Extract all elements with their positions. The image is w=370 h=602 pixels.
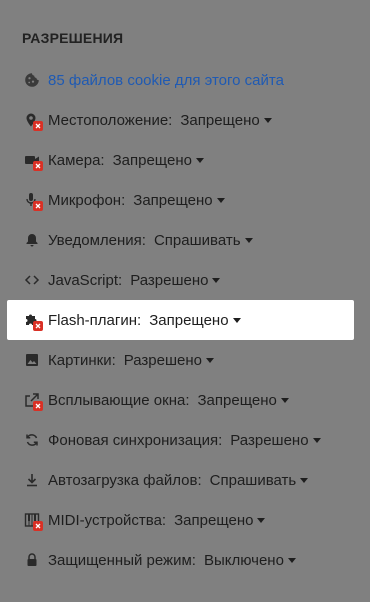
chevron-down-icon xyxy=(195,158,204,163)
permission-value-dropdown[interactable]: Запрещено xyxy=(174,513,266,528)
permission-row-notifications[interactable]: Уведомления: Спрашивать xyxy=(0,221,370,259)
permission-value-dropdown[interactable]: Спрашивать xyxy=(210,473,309,488)
code-icon xyxy=(22,270,42,290)
permission-row-javascript[interactable]: JavaScript: Разрешено xyxy=(0,261,370,299)
permission-label: Flash-плагин: xyxy=(48,311,142,329)
permission-row-camera[interactable]: Камера: Запрещено xyxy=(0,141,370,179)
chevron-down-icon xyxy=(212,278,221,283)
permission-row-popups[interactable]: Всплывающие окна: Запрещено xyxy=(0,381,370,419)
permission-value-dropdown[interactable]: Запрещено xyxy=(149,313,241,328)
permission-value-dropdown[interactable]: Запрещено xyxy=(113,153,204,168)
chevron-down-icon xyxy=(257,518,266,523)
puzzle-blocked-icon xyxy=(22,310,43,331)
permission-label: JavaScript: xyxy=(48,271,123,289)
cookie-icon xyxy=(22,70,42,90)
permission-label: Защищенный режим: xyxy=(48,551,196,569)
permissions-panel: РАЗРЕШЕНИЯ 85 файлов cookie для этого са… xyxy=(0,0,370,602)
permission-row-downloads[interactable]: Автозагрузка файлов: Спрашивать xyxy=(0,461,370,499)
section-title: РАЗРЕШЕНИЯ xyxy=(22,30,124,46)
permission-row-images[interactable]: Картинки: Разрешено xyxy=(0,341,370,379)
image-icon xyxy=(22,350,42,370)
permission-row-midi[interactable]: MIDI-устройства: Запрещено xyxy=(0,501,370,539)
lock-icon xyxy=(22,550,42,570)
permission-label: Картинки: xyxy=(48,351,116,369)
permission-label: Фоновая синхронизация: xyxy=(48,431,223,449)
chevron-down-icon xyxy=(244,238,253,243)
permission-row-location[interactable]: Местоположение: Запрещено xyxy=(0,101,370,139)
chevron-down-icon xyxy=(232,318,241,323)
permission-label: Всплывающие окна: xyxy=(48,391,190,409)
permission-label: Микрофон: xyxy=(48,191,126,209)
camera-blocked-icon xyxy=(22,150,43,171)
permission-value-dropdown[interactable]: Выключено xyxy=(204,553,296,568)
permission-value-dropdown[interactable]: Спрашивать xyxy=(154,233,253,248)
cookies-row[interactable]: 85 файлов cookie для этого сайта xyxy=(0,61,370,99)
chevron-down-icon xyxy=(216,198,225,203)
permission-label: Уведомления: xyxy=(48,231,146,249)
permission-label: Камера: xyxy=(48,151,105,169)
permission-row-protected[interactable]: Защищенный режим: Выключено xyxy=(0,541,370,579)
chevron-down-icon xyxy=(205,358,214,363)
permission-label: Автозагрузка файлов: xyxy=(48,471,202,489)
sync-icon xyxy=(22,430,42,450)
location-blocked-icon xyxy=(22,110,43,131)
permission-value-dropdown[interactable]: Разрешено xyxy=(124,353,214,368)
permission-value-dropdown[interactable]: Запрещено xyxy=(180,113,272,128)
permission-row-flash[interactable]: Flash-плагин: Запрещено xyxy=(0,301,370,339)
cookies-link[interactable]: 85 файлов cookie для этого сайта xyxy=(48,73,284,88)
chevron-down-icon xyxy=(280,398,289,403)
bell-icon xyxy=(22,230,42,250)
popup-blocked-icon xyxy=(22,390,43,411)
permission-value-dropdown[interactable]: Запрещено xyxy=(197,393,289,408)
permission-value-dropdown[interactable]: Разрешено xyxy=(130,273,221,288)
microphone-blocked-icon xyxy=(22,190,43,211)
permission-row-background-sync[interactable]: Фоновая синхронизация: Разрешено xyxy=(0,421,370,459)
permission-label: Местоположение: xyxy=(48,111,173,129)
permission-value-dropdown[interactable]: Разрешено xyxy=(230,433,321,448)
chevron-down-icon xyxy=(300,478,309,483)
midi-blocked-icon xyxy=(22,510,43,531)
chevron-down-icon xyxy=(263,118,272,123)
download-icon xyxy=(22,470,42,490)
chevron-down-icon xyxy=(287,558,296,563)
chevron-down-icon xyxy=(312,438,321,443)
permission-value-dropdown[interactable]: Запрещено xyxy=(133,193,225,208)
permission-row-microphone[interactable]: Микрофон: Запрещено xyxy=(0,181,370,219)
permission-label: MIDI-устройства: xyxy=(48,511,167,529)
